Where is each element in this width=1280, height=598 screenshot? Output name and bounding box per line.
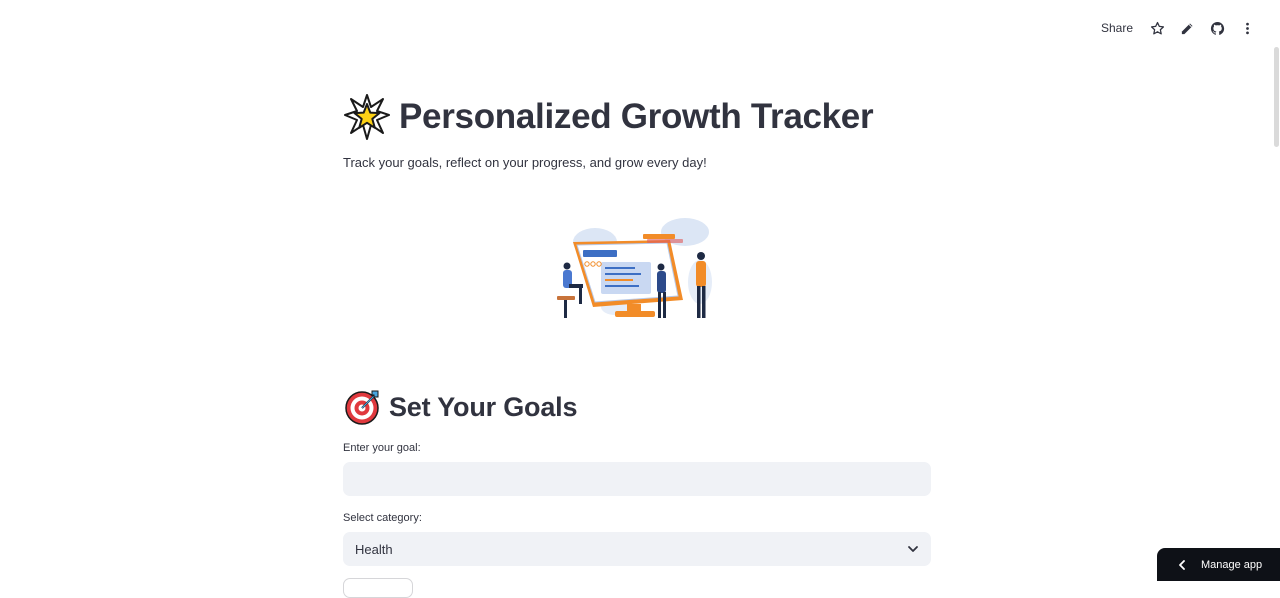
goals-section-heading: Set Your Goals <box>343 388 577 426</box>
app-toolbar: Share <box>1092 14 1262 42</box>
category-select[interactable]: Health <box>343 532 931 566</box>
goal-input[interactable] <box>343 462 931 496</box>
category-select-label: Select category: <box>343 512 422 524</box>
pencil-icon[interactable] <box>1172 14 1202 42</box>
team-dashboard-illustration <box>557 218 712 318</box>
star-icon[interactable] <box>1142 14 1172 42</box>
share-button[interactable]: Share <box>1092 21 1142 35</box>
manage-app-button[interactable]: Manage app <box>1157 548 1280 581</box>
section-title: Set Your Goals <box>389 391 578 422</box>
add-goal-button[interactable] <box>343 578 413 598</box>
page-scrollbar[interactable] <box>1274 47 1279 147</box>
title-text: Personalized Growth Tracker <box>399 97 874 136</box>
github-icon[interactable] <box>1202 14 1232 42</box>
chevron-down-icon <box>907 543 919 555</box>
goal-input-label: Enter your goal: <box>343 442 421 454</box>
page-title: Personalized Growth Tracker <box>343 93 874 141</box>
target-icon <box>345 390 379 425</box>
chevron-left-icon <box>1177 559 1187 570</box>
manage-app-label: Manage app <box>1201 558 1263 571</box>
glowing-star-icon <box>344 94 390 140</box>
page-subtitle: Track your goals, reflect on your progre… <box>343 155 707 170</box>
category-select-value: Health <box>355 541 393 557</box>
more-vertical-icon[interactable] <box>1232 14 1262 42</box>
